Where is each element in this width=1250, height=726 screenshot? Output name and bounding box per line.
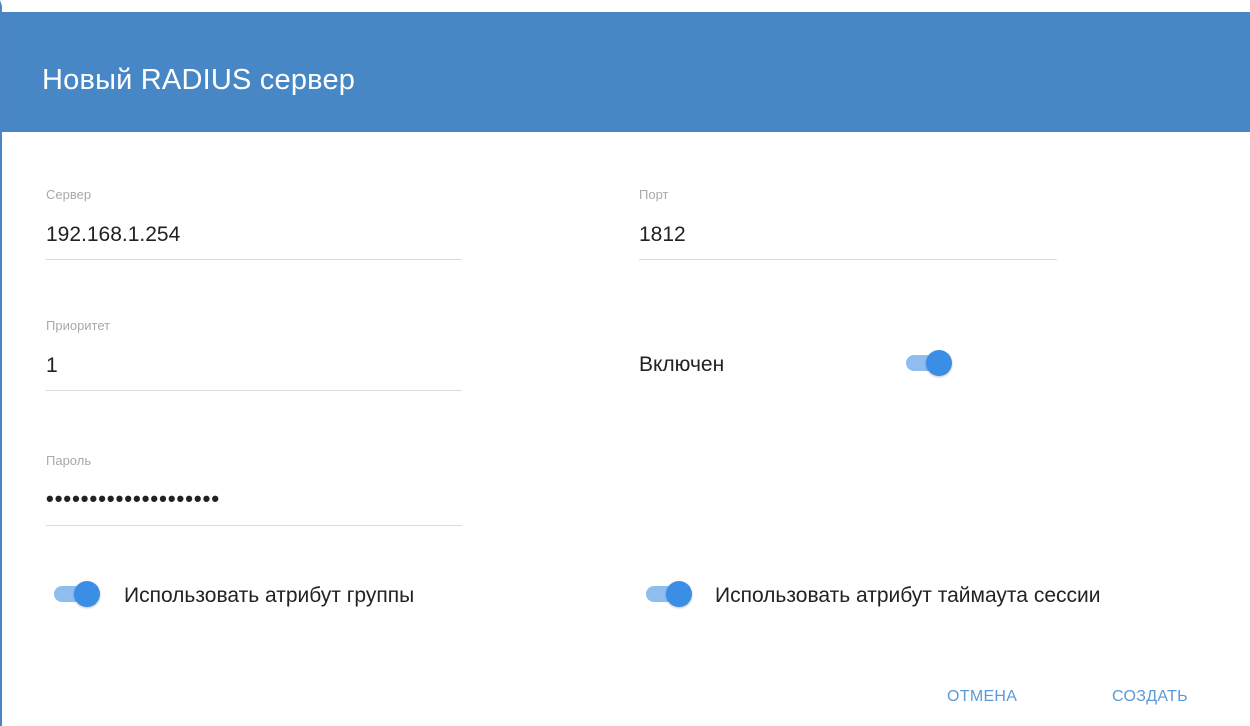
password-input[interactable]: •••••••••••••••••••• <box>46 486 220 512</box>
port-field[interactable]: Порт 1812 <box>639 187 1057 261</box>
radius-server-dialog: Новый RADIUS сервер Сервер 192.168.1.254… <box>0 0 1250 726</box>
enabled-toggle[interactable] <box>904 348 952 378</box>
priority-underline <box>46 390 462 391</box>
priority-field[interactable]: Приоритет 1 <box>46 318 462 392</box>
password-field[interactable]: Пароль •••••••••••••••••••• <box>46 453 462 527</box>
port-underline <box>639 259 1057 260</box>
dialog-header: Новый RADIUS сервер <box>2 12 1250 132</box>
enabled-toggle-thumb <box>926 350 952 376</box>
server-underline <box>46 259 462 260</box>
port-label: Порт <box>639 187 669 202</box>
dialog-title: Новый RADIUS сервер <box>42 64 356 96</box>
password-underline <box>46 525 462 526</box>
group-attribute-toggle[interactable] <box>52 579 100 609</box>
session-timeout-toggle-thumb <box>666 581 692 607</box>
enabled-label: Включен <box>639 353 725 376</box>
group-attribute-label: Использовать атрибут группы <box>124 584 415 607</box>
port-input[interactable]: 1812 <box>639 223 686 247</box>
priority-input[interactable]: 1 <box>46 354 58 378</box>
server-label: Сервер <box>46 187 92 202</box>
server-field[interactable]: Сервер 192.168.1.254 <box>46 187 462 261</box>
password-label: Пароль <box>46 453 92 468</box>
session-timeout-label: Использовать атрибут таймаута сессии <box>715 584 1101 607</box>
create-button[interactable]: СОЗДАТЬ <box>1112 688 1188 706</box>
cancel-button[interactable]: ОТМЕНА <box>947 688 1017 706</box>
session-timeout-toggle[interactable] <box>644 579 692 609</box>
group-attribute-toggle-thumb <box>74 581 100 607</box>
priority-label: Приоритет <box>46 318 111 333</box>
server-input[interactable]: 192.168.1.254 <box>46 223 180 247</box>
